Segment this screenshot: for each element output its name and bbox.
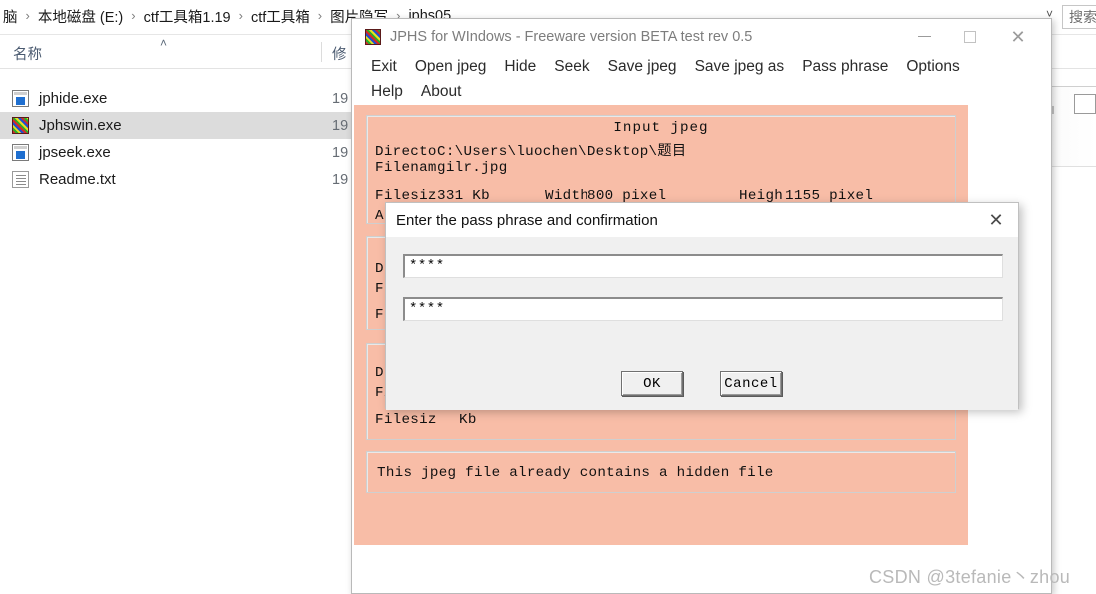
column-header-modified[interactable]: 修 (332, 43, 347, 64)
input-filename-label: Filename (375, 160, 437, 176)
cancel-button[interactable]: Cancel (720, 371, 782, 396)
close-button[interactable]: ✕ (995, 19, 1041, 54)
minimize-icon (917, 36, 931, 37)
jphswin-icon (12, 117, 29, 134)
right-pane-divider (1052, 86, 1096, 87)
breadcrumb-item-2[interactable]: ctf工具箱1.19 (141, 6, 234, 27)
breadcrumb-item-1[interactable]: 本地磁盘 (E:) (35, 6, 126, 27)
sort-ascending-icon: ˄ (160, 36, 168, 50)
hidden-directory-row: D (375, 261, 384, 277)
hidden-filename-label: F (375, 281, 384, 297)
search-input[interactable]: 搜索 (1062, 5, 1096, 29)
file-date-label: 19 (332, 117, 349, 134)
hidden-directory-label: D (375, 261, 384, 277)
right-pane-divider-lower (1052, 166, 1096, 167)
file-name-label: jpseek.exe (39, 144, 111, 161)
file-name-label: jphide.exe (39, 90, 108, 107)
input-filename-row: Filename gilr.jpg (375, 160, 508, 176)
menu-row-primary: Exit Open jpeg Hide Seek Save jpeg Save … (362, 54, 1051, 79)
status-panel: This jpeg file already contains a hidden… (366, 451, 956, 493)
breadcrumb-separator-icon: › (131, 7, 136, 23)
text-file-icon (12, 171, 29, 188)
output-directory-row: D (375, 365, 384, 381)
input-filename-value: gilr.jpg (437, 160, 508, 176)
input-directory-label: Director (375, 144, 437, 160)
close-icon: ✕ (988, 209, 1004, 230)
status-message: This jpeg file already contains a hidden… (377, 465, 774, 481)
input-jpeg-panel-title: Input jpeg (613, 120, 709, 136)
menu-item-save-jpeg-as[interactable]: Save jpeg as (686, 58, 794, 76)
file-date-label: 19 (332, 90, 349, 107)
menu-item-hide[interactable]: Hide (495, 58, 545, 76)
breadcrumb-separator-icon: › (238, 7, 243, 23)
input-approx-label: A (375, 208, 384, 224)
menu-item-options[interactable]: Options (897, 58, 968, 76)
watermark-text: CSDN @3tefanie丶zhou (869, 567, 1071, 587)
menu-item-seek[interactable]: Seek (545, 58, 598, 76)
menu-item-open-jpeg[interactable]: Open jpeg (406, 58, 496, 76)
pass-phrase-dialog-title: Enter the pass phrase and confirmation (396, 211, 658, 229)
right-pane-placeholder-box (1074, 94, 1096, 114)
input-approx-row: A (375, 208, 384, 224)
output-filesize-label: Filesiz (375, 412, 437, 428)
hidden-filesize-row: F (375, 307, 384, 323)
maximize-button[interactable] (947, 19, 993, 54)
breadcrumb-separator-icon: › (317, 7, 323, 23)
breadcrumb-item-3[interactable]: ctf工具箱 (248, 6, 313, 27)
file-name-label: Jphswin.exe (39, 117, 122, 134)
input-directory-value: C:\Users\luochen\Desktop\题目 (437, 144, 687, 160)
dialog-close-button[interactable]: ✕ (974, 203, 1018, 237)
jphs-app-icon (365, 28, 381, 45)
hidden-filename-row: F (375, 281, 384, 297)
menu-item-save-jpeg[interactable]: Save jpeg (599, 58, 686, 76)
ok-button[interactable]: OK (621, 371, 683, 396)
file-name-label: Readme.txt (39, 171, 116, 188)
jphs-window-title: JPHS for WIndows - Freeware version BETA… (390, 28, 753, 45)
screen: 脑 › 本地磁盘 (E:) › ctf工具箱1.19 › ctf工具箱 › 图片… (0, 0, 1096, 594)
jphs-title-bar[interactable]: JPHS for WIndows - Freeware version BETA… (352, 19, 1051, 54)
pass-phrase-dialog-title-bar[interactable]: Enter the pass phrase and confirmation ✕ (386, 203, 1018, 237)
output-directory-label: D (375, 365, 384, 381)
menu-item-help[interactable]: Help (362, 83, 412, 101)
pass-phrase-dialog: Enter the pass phrase and confirmation ✕… (385, 202, 1019, 410)
output-filesize-value: Kb (459, 412, 477, 428)
hidden-filesize-label: F (375, 307, 384, 323)
menu-item-pass-phrase[interactable]: Pass phrase (793, 58, 897, 76)
minimize-button[interactable] (901, 19, 947, 54)
exe-icon (12, 144, 29, 161)
file-date-label: 19 (332, 144, 349, 161)
column-separator (321, 42, 322, 62)
passphrase-input[interactable]: **** (403, 254, 1003, 278)
close-icon: ✕ (1010, 26, 1026, 47)
pass-phrase-dialog-body: **** **** OK Cancel (386, 237, 1018, 410)
menu-item-about[interactable]: About (412, 83, 471, 101)
output-filesize-row: Filesiz Kb (375, 412, 477, 428)
file-date-label: 19 (332, 171, 349, 188)
maximize-icon (964, 30, 976, 43)
breadcrumb-separator-icon: › (25, 7, 30, 23)
input-directory-row: Director C:\Users\luochen\Desktop\题目 (375, 140, 686, 160)
breadcrumb-item-0[interactable]: 脑 (0, 6, 21, 27)
menu-item-exit[interactable]: Exit (362, 58, 406, 76)
exe-icon (12, 90, 29, 107)
column-header-name[interactable]: 名称 (13, 43, 42, 64)
jphs-menu-bar: Exit Open jpeg Hide Seek Save jpeg Save … (352, 54, 1051, 104)
menu-row-secondary: Help About (362, 79, 1051, 104)
passphrase-confirm-input[interactable]: **** (403, 297, 1003, 321)
